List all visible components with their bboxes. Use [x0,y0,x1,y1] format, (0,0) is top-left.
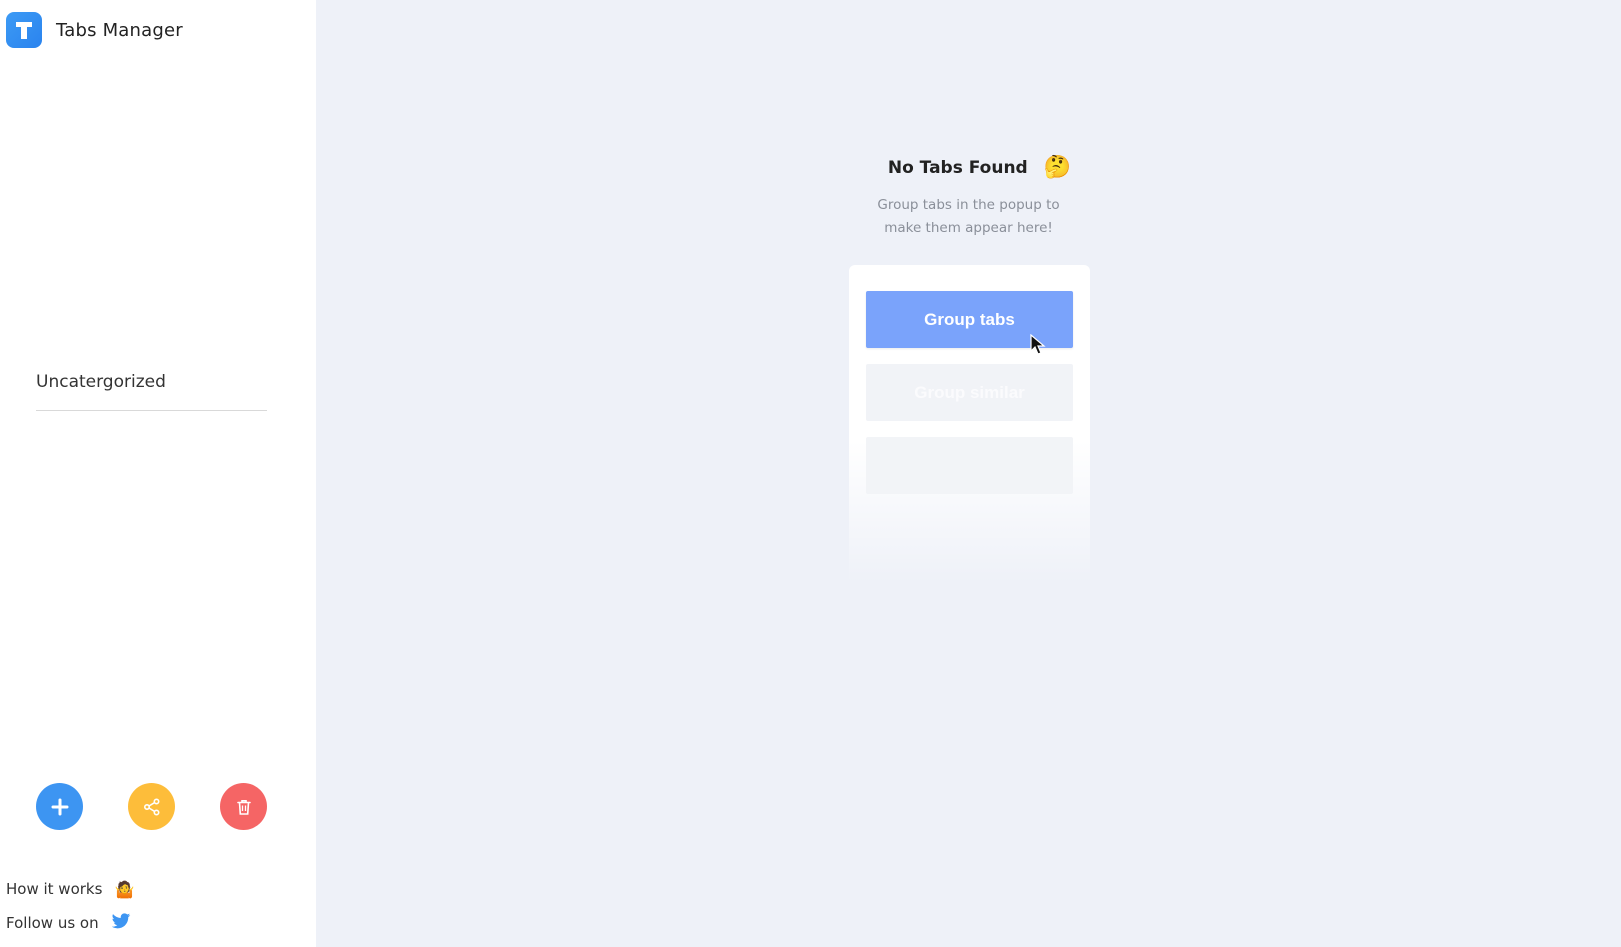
trash-icon [236,799,251,815]
twitter-icon[interactable] [111,912,131,934]
empty-state-description: Group tabs in the popup to make them app… [877,197,1060,236]
brand[interactable]: Tabs Manager [6,12,183,48]
follow-us-label: Follow us on [6,914,99,932]
category-label: Uncatergorized [36,372,267,411]
empty-state-title-text: No Tabs Found [887,157,1028,178]
share-icon [143,797,160,816]
footer-links: How it works 🤷 Follow us on [6,878,134,946]
letter-t-icon [16,22,32,39]
plus-icon [51,798,68,815]
how-it-works-label: How it works [6,880,103,898]
empty-state-title: No Tabs Found 🤔 [888,155,1071,180]
sidebar: Tabs Manager Uncatergorized How it works… [0,0,316,947]
thinking-emoji-icon: 🤔 [1043,155,1072,180]
how-it-works-link[interactable]: How it works 🤷 [6,878,134,900]
placeholder-button[interactable] [866,437,1073,494]
empty-state: No Tabs Found 🤔 Group tabs in the popup … [316,155,1621,240]
mouse-cursor-icon [1030,334,1046,355]
shrug-emoji-icon: 🤷 [114,879,135,899]
app-title: Tabs Manager [56,19,183,41]
group-similar-button[interactable]: Group similar [866,364,1073,421]
category-uncategorized[interactable]: Uncatergorized [36,372,267,411]
share-button[interactable] [128,783,175,830]
app-root: Tabs Manager Uncatergorized How it works… [0,0,1621,947]
main-content: No Tabs Found 🤔 Group tabs in the popup … [316,0,1621,947]
sidebar-actions [36,783,267,830]
add-button[interactable] [36,783,83,830]
delete-button[interactable] [220,783,267,830]
app-logo-icon [6,12,42,48]
demo-popup-card: Group tabs Group similar [849,265,1090,585]
follow-us-link[interactable]: Follow us on [6,912,134,934]
